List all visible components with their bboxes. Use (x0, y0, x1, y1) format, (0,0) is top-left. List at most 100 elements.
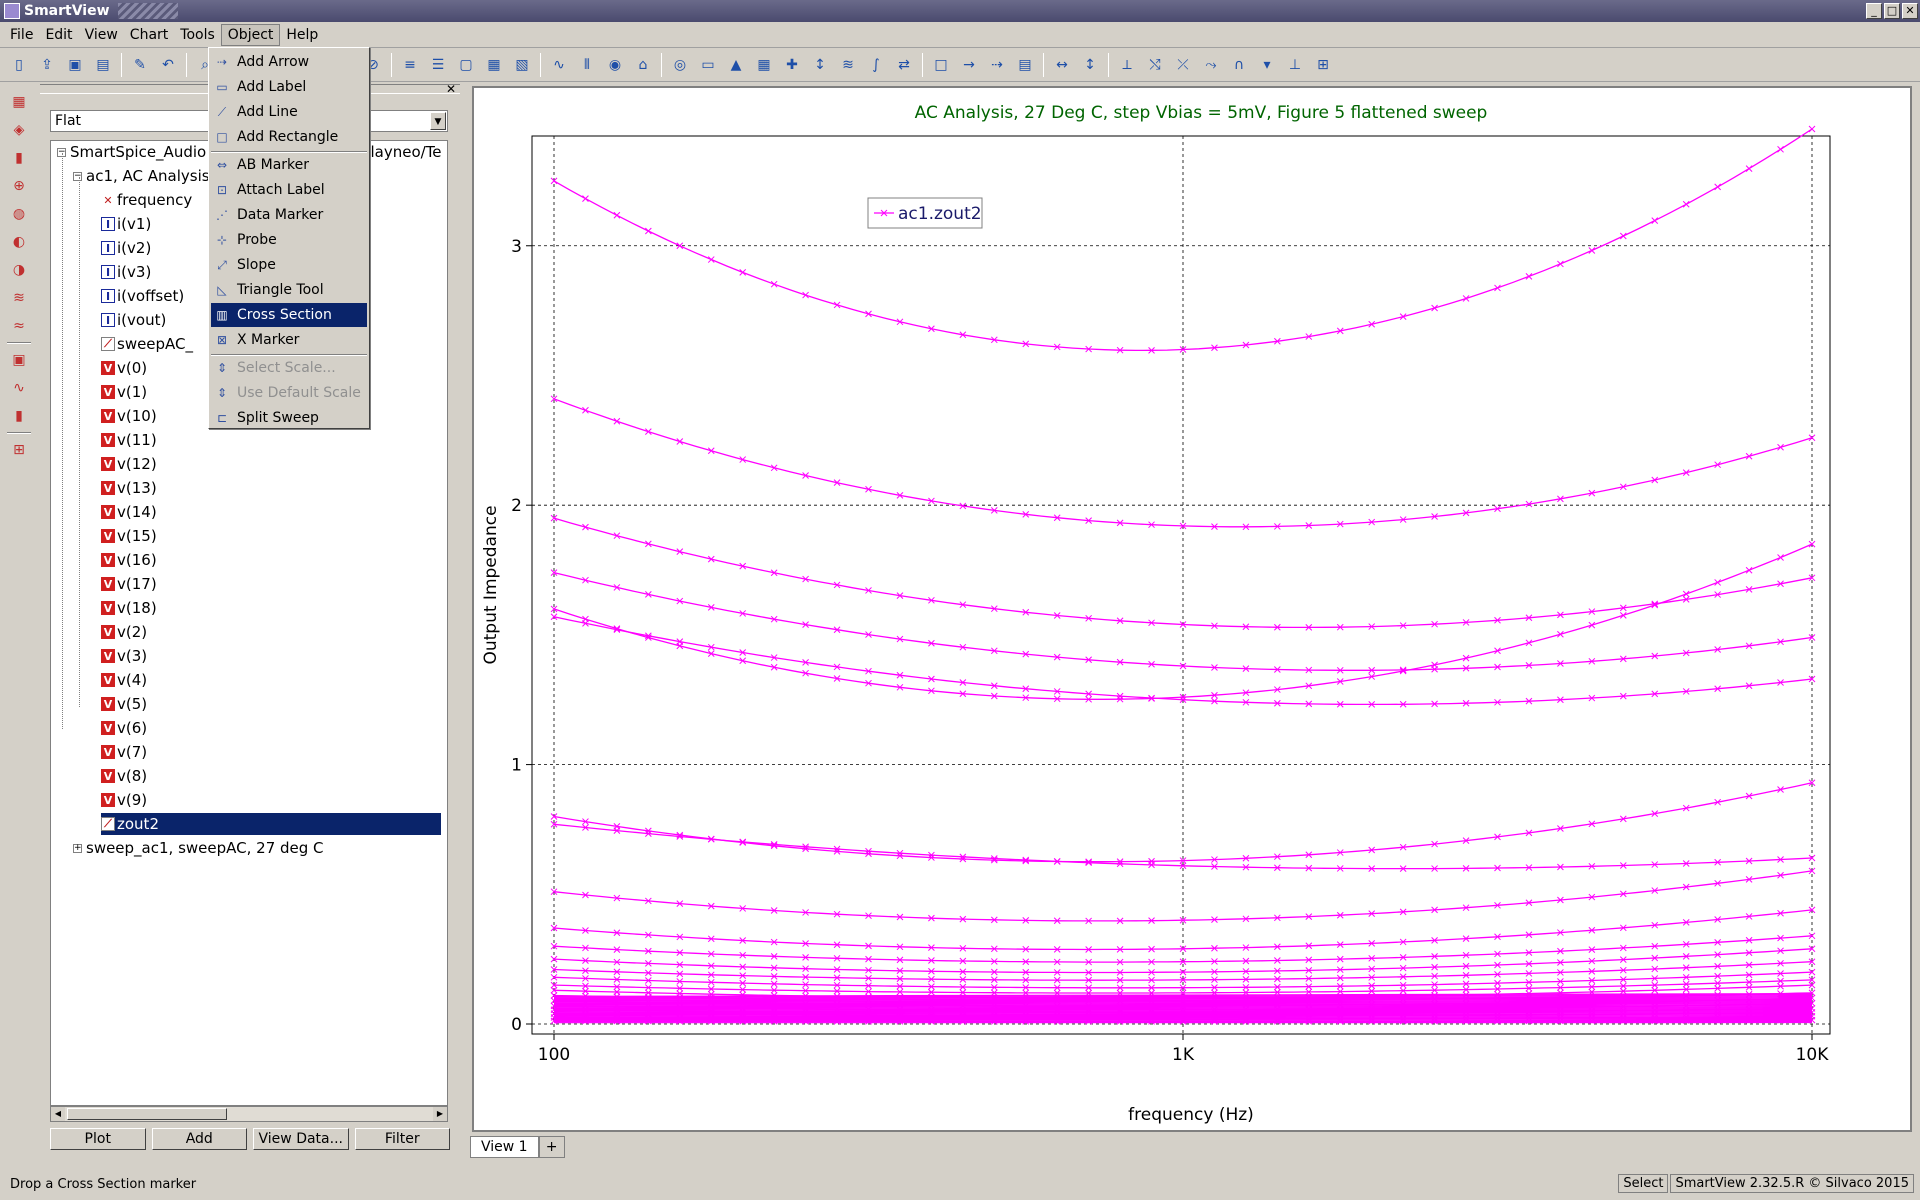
plot-type-icon[interactable]: ◍ (7, 202, 31, 226)
toolbar-tool-icon[interactable]: ⊥ (1282, 52, 1308, 78)
tree-vector-item[interactable]: Vv(8) (101, 765, 147, 787)
toolbar-tool-icon[interactable]: ≋ (835, 52, 861, 78)
menu-item-data-marker[interactable]: ⋰ Data Marker (211, 203, 367, 227)
tree-vector-item[interactable]: Vv(10) (101, 405, 157, 427)
toolbar-tool-icon[interactable]: ▲ (723, 52, 749, 78)
toolbar-tool-icon[interactable]: ▤ (1012, 52, 1038, 78)
tree-vector-item[interactable]: Vv(15) (101, 525, 157, 547)
minimize-button[interactable]: _ (1866, 3, 1882, 19)
toolbar-tool-icon[interactable]: ⤳ (1198, 52, 1224, 78)
menu-help[interactable]: Help (280, 25, 324, 45)
tree-vector-item[interactable]: Vv(4) (101, 669, 147, 691)
toolbar-tool-icon[interactable]: ▧ (509, 52, 535, 78)
toolbar-tool-icon[interactable]: ▭ (695, 52, 721, 78)
menu-item-ab-marker[interactable]: ⇔ AB Marker (211, 153, 367, 177)
tree-vector-item[interactable]: Ii(v1) (101, 213, 151, 235)
toolbar-tool-icon[interactable]: ▯ (6, 52, 32, 78)
menu-edit[interactable]: Edit (39, 25, 78, 45)
menu-item-slope[interactable]: ⤢ Slope (211, 253, 367, 277)
tree-vector-item[interactable]: Ii(vout) (101, 309, 166, 331)
toolbar-tool-icon[interactable]: ≡ (397, 52, 423, 78)
toolbar-tool-icon[interactable]: ⤫ (1170, 52, 1196, 78)
menu-item-cross-section[interactable]: ▥ Cross Section (211, 303, 367, 327)
toolbar-tool-icon[interactable]: ↕ (807, 52, 833, 78)
plot-area[interactable] (531, 135, 1831, 1035)
toolbar-tool-icon[interactable]: ◎ (667, 52, 693, 78)
expand-icon[interactable]: + (73, 843, 82, 853)
chart-view[interactable]: AC Analysis, 27 Deg C, step Vbias = 5mV,… (472, 86, 1912, 1132)
tree-vector-item[interactable]: Vv(16) (101, 549, 157, 571)
plot-type-icon[interactable]: ⊞ (7, 438, 31, 462)
tree-vector-item[interactable]: Vv(6) (101, 717, 147, 739)
menu-tools[interactable]: Tools (174, 25, 221, 45)
toolbar-tool-icon[interactable]: ⇢ (984, 52, 1010, 78)
menu-item-add-arrow[interactable]: ⇢ Add Arrow (211, 50, 367, 74)
toolbar-tool-icon[interactable]: ▦ (481, 52, 507, 78)
tree-vector-item[interactable]: Vv(14) (101, 501, 157, 523)
tree-vector-item[interactable]: ⟋ sweepAC_ (101, 333, 193, 355)
toolbar-tool-icon[interactable]: ⊞ (1310, 52, 1336, 78)
plot-type-icon[interactable]: ▮ (7, 146, 31, 170)
toolbar-tool-icon[interactable]: ∫ (863, 52, 889, 78)
tree-vector-item[interactable]: Vv(11) (101, 429, 157, 451)
filter-button[interactable]: Filter (354, 1128, 450, 1150)
toolbar-tool-icon[interactable]: ⇄ (891, 52, 917, 78)
toolbar-tool-icon[interactable]: ⤭ (1142, 52, 1168, 78)
tree-vector-item[interactable]: Vv(18) (101, 597, 157, 619)
maximize-button[interactable]: □ (1884, 3, 1900, 19)
menu-item-triangle-tool[interactable]: ◺ Triangle Tool (211, 278, 367, 302)
plot-type-icon[interactable]: ◐ (7, 230, 31, 254)
tree-vector-item[interactable]: Vv(13) (101, 477, 157, 499)
plot-type-icon[interactable]: ▦ (7, 90, 31, 114)
toolbar-tool-icon[interactable]: ⇪ (34, 52, 60, 78)
menu-file[interactable]: File (4, 25, 39, 45)
panel-close-icon[interactable]: ✕ (446, 82, 456, 96)
chart-svg[interactable]: AC Analysis, 27 Deg C, step Vbias = 5mV,… (474, 88, 1910, 1130)
plot-type-icon[interactable]: ◑ (7, 258, 31, 282)
toolbar-tool-icon[interactable]: ◉ (602, 52, 628, 78)
tree-vector-item[interactable]: ⟋ zout2 (101, 813, 441, 835)
plot-type-icon[interactable]: ≈ (7, 314, 31, 338)
menu-item-add-label[interactable]: ▭ Add Label (211, 75, 367, 99)
plot-button[interactable]: Plot (50, 1128, 146, 1150)
scroll-right-icon[interactable]: ▶ (433, 1107, 447, 1121)
tree-vector-item[interactable]: Vv(2) (101, 621, 147, 643)
toolbar-tool-icon[interactable]: ✎ (127, 52, 153, 78)
tree-vector-item[interactable]: Vv(0) (101, 357, 147, 379)
toolbar-tool-icon[interactable]: ↶ (155, 52, 181, 78)
plot-type-icon[interactable]: ▮ (7, 404, 31, 428)
toolbar-tool-icon[interactable]: ∩ (1226, 52, 1252, 78)
tree-vector-item[interactable]: Vv(3) (101, 645, 147, 667)
tree-vector-item[interactable]: Ii(v2) (101, 237, 151, 259)
toolbar-tool-icon[interactable]: ↕ (1077, 52, 1103, 78)
toolbar-tool-icon[interactable]: ⌂ (630, 52, 656, 78)
toolbar-tool-icon[interactable]: → (956, 52, 982, 78)
add-tab-button[interactable]: + (538, 1136, 565, 1158)
toolbar-tool-icon[interactable]: ▢ (453, 52, 479, 78)
scroll-left-icon[interactable]: ◀ (51, 1107, 65, 1121)
tab-view-1[interactable]: View 1 (470, 1136, 539, 1158)
tree-vector-item[interactable]: Ii(v3) (101, 261, 151, 283)
plot-type-icon[interactable]: ▣ (7, 348, 31, 372)
tree-sibling-analysis[interactable]: + sweep_ac1, sweepAC, 27 deg C (73, 837, 324, 859)
toolbar-tool-icon[interactable]: ▣ (62, 52, 88, 78)
menu-item-split-sweep[interactable]: ⊏ Split Sweep (211, 406, 367, 430)
menu-item-add-rectangle[interactable]: □ Add Rectangle (211, 125, 367, 149)
toolbar-tool-icon[interactable]: ∿ (546, 52, 572, 78)
toolbar-tool-icon[interactable]: ↔ (1049, 52, 1075, 78)
collapse-icon[interactable]: − (73, 171, 82, 181)
tree-horizontal-scrollbar[interactable]: ◀ ▶ (50, 1106, 448, 1122)
plot-type-icon[interactable]: ⊕ (7, 174, 31, 198)
plot-type-icon[interactable]: ◈ (7, 118, 31, 142)
tree-vector-item[interactable]: Vv(12) (101, 453, 157, 475)
menu-item-add-line[interactable]: ⟋ Add Line (211, 100, 367, 124)
plot-type-icon[interactable]: ∿ (7, 376, 31, 400)
add-button[interactable]: Add (151, 1128, 247, 1150)
tree-vector-item[interactable]: Vv(7) (101, 741, 147, 763)
plot-type-icon[interactable]: ≋ (7, 286, 31, 310)
menu-item-probe[interactable]: ⊹ Probe (211, 228, 367, 252)
tree-vector-item[interactable]: Vv(17) (101, 573, 157, 595)
toolbar-tool-icon[interactable]: ▾ (1254, 52, 1280, 78)
toolbar-tool-icon[interactable]: ▤ (90, 52, 116, 78)
close-button[interactable]: ✕ (1902, 3, 1918, 19)
